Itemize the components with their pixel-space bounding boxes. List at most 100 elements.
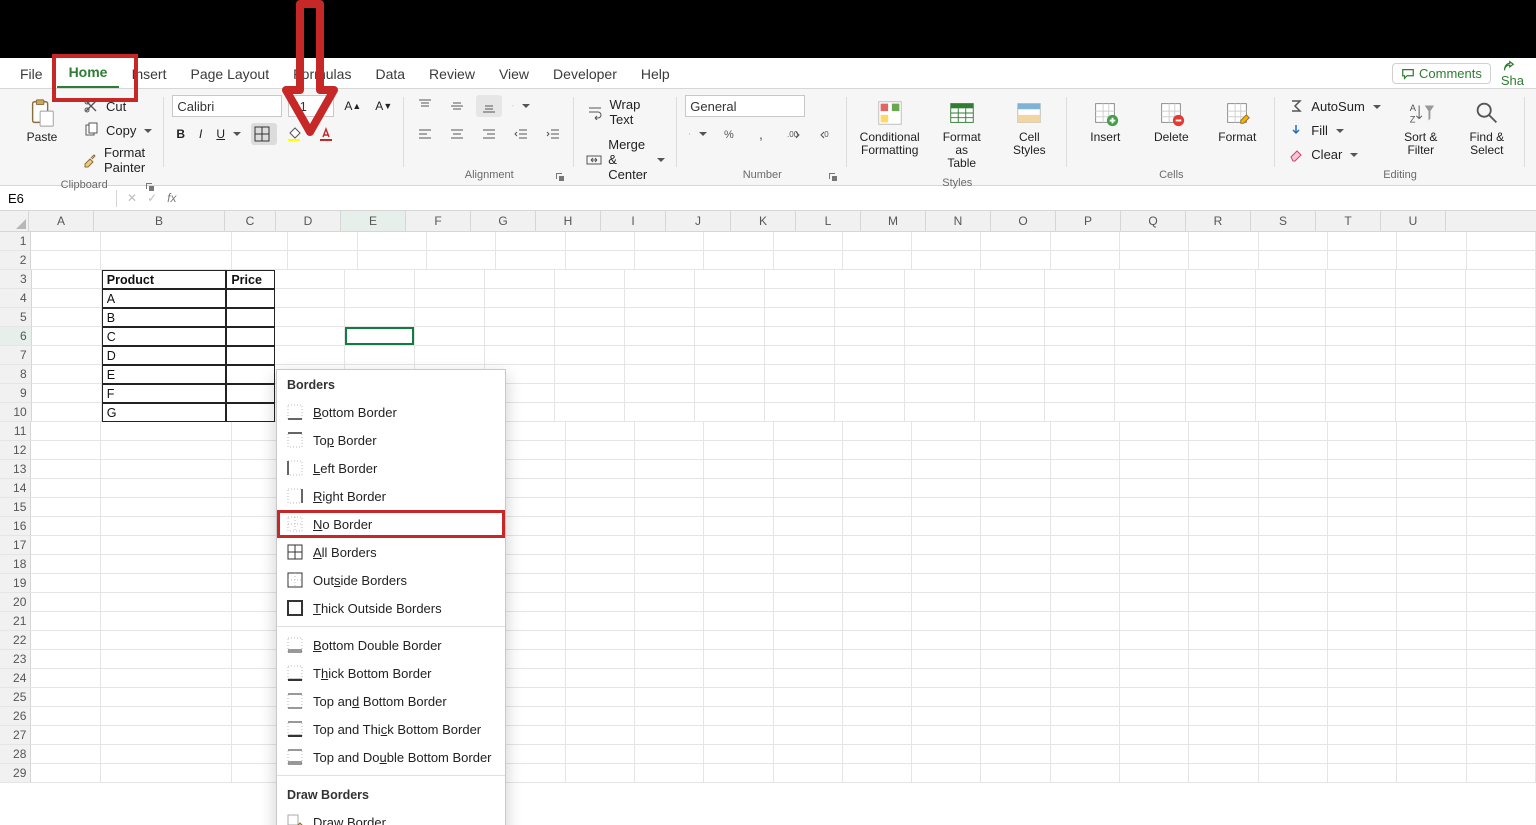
cell-T17[interactable] [1397, 536, 1466, 555]
cell-B9[interactable]: F [102, 384, 227, 403]
cell-H27[interactable] [566, 726, 635, 745]
number-format-select[interactable] [685, 95, 805, 117]
cell-N26[interactable] [981, 707, 1050, 726]
cell-A1[interactable] [31, 232, 100, 251]
cell-N14[interactable] [981, 479, 1050, 498]
cell-G14[interactable] [496, 479, 565, 498]
align-bottom-button[interactable] [476, 95, 502, 117]
cell-O26[interactable] [1051, 707, 1120, 726]
col-header-A[interactable]: A [29, 211, 94, 231]
tab-page-layout[interactable]: Page Layout [178, 61, 281, 88]
cell-P9[interactable] [1115, 384, 1185, 403]
cell-G12[interactable] [496, 441, 565, 460]
cell-C1[interactable] [232, 232, 288, 251]
cell-P11[interactable] [1120, 422, 1189, 441]
cell-N18[interactable] [981, 555, 1050, 574]
cell-G26[interactable] [496, 707, 565, 726]
cell-M10[interactable] [905, 403, 975, 422]
cell-O15[interactable] [1051, 498, 1120, 517]
font-color-button[interactable] [315, 123, 341, 145]
cell-O12[interactable] [1051, 441, 1120, 460]
cell-O5[interactable] [1045, 308, 1115, 327]
cell-J15[interactable] [704, 498, 773, 517]
cell-O29[interactable] [1051, 764, 1120, 783]
cell-H28[interactable] [566, 745, 635, 764]
row-header-16[interactable]: 16 [0, 517, 31, 536]
cell-N20[interactable] [981, 593, 1050, 612]
cell-N6[interactable] [975, 327, 1045, 346]
cell-A10[interactable] [32, 403, 102, 422]
cell-U5[interactable] [1466, 308, 1536, 327]
cell-O10[interactable] [1045, 403, 1115, 422]
cell-A16[interactable] [31, 517, 100, 536]
cell-I22[interactable] [635, 631, 704, 650]
row-header-15[interactable]: 15 [0, 498, 31, 517]
cell-M18[interactable] [912, 555, 981, 574]
cell-F5[interactable] [415, 308, 485, 327]
cell-F7[interactable] [415, 346, 485, 365]
cell-R20[interactable] [1259, 593, 1328, 612]
cell-M19[interactable] [912, 574, 981, 593]
cell-Q9[interactable] [1186, 384, 1256, 403]
cell-J16[interactable] [704, 517, 773, 536]
cell-I14[interactable] [635, 479, 704, 498]
cell-B16[interactable] [101, 517, 233, 536]
cell-K20[interactable] [774, 593, 843, 612]
clear-button[interactable]: Clear [1283, 143, 1384, 165]
cell-Q19[interactable] [1189, 574, 1258, 593]
cell-H12[interactable] [566, 441, 635, 460]
cell-L10[interactable] [835, 403, 905, 422]
tab-data[interactable]: Data [363, 61, 417, 88]
row-header-7[interactable]: 7 [0, 346, 32, 365]
cell-Q22[interactable] [1189, 631, 1258, 650]
cell-R1[interactable] [1259, 232, 1328, 251]
borders-caret-icon[interactable] [273, 132, 277, 136]
find-select-button[interactable]: Find & Select [1457, 95, 1517, 161]
cell-C5[interactable] [226, 308, 274, 327]
cell-P1[interactable] [1120, 232, 1189, 251]
cell-K21[interactable] [774, 612, 843, 631]
cell-U13[interactable] [1467, 460, 1536, 479]
cell-D4[interactable] [275, 289, 345, 308]
cell-A21[interactable] [31, 612, 100, 631]
col-header-B[interactable]: B [94, 211, 225, 231]
cell-L25[interactable] [843, 688, 912, 707]
cell-K6[interactable] [765, 327, 835, 346]
cell-I26[interactable] [635, 707, 704, 726]
tab-help[interactable]: Help [629, 61, 682, 88]
cell-M28[interactable] [912, 745, 981, 764]
cell-L26[interactable] [843, 707, 912, 726]
cell-A25[interactable] [31, 688, 100, 707]
cell-T14[interactable] [1397, 479, 1466, 498]
cell-A20[interactable] [31, 593, 100, 612]
cell-D6[interactable] [275, 327, 345, 346]
cell-J22[interactable] [704, 631, 773, 650]
cell-K7[interactable] [765, 346, 835, 365]
cell-P27[interactable] [1120, 726, 1189, 745]
cell-U24[interactable] [1467, 669, 1536, 688]
font-color-caret-icon[interactable] [337, 132, 341, 136]
cell-H22[interactable] [566, 631, 635, 650]
cell-C3[interactable]: Price [226, 270, 274, 289]
cell-L17[interactable] [843, 536, 912, 555]
cell-U15[interactable] [1467, 498, 1536, 517]
cell-O11[interactable] [1051, 422, 1120, 441]
cell-B6[interactable]: C [102, 327, 227, 346]
cell-T19[interactable] [1397, 574, 1466, 593]
cell-J12[interactable] [704, 441, 773, 460]
number-launcher-icon[interactable] [827, 171, 839, 183]
cell-G5[interactable] [485, 308, 555, 327]
comments-button[interactable]: Comments [1392, 63, 1491, 84]
cell-K13[interactable] [774, 460, 843, 479]
cell-M17[interactable] [912, 536, 981, 555]
cell-O27[interactable] [1051, 726, 1120, 745]
cell-S28[interactable] [1328, 745, 1397, 764]
cell-S20[interactable] [1328, 593, 1397, 612]
cell-H4[interactable] [555, 289, 625, 308]
cell-S16[interactable] [1328, 517, 1397, 536]
cell-J27[interactable] [704, 726, 773, 745]
cell-G21[interactable] [496, 612, 565, 631]
cell-B22[interactable] [101, 631, 233, 650]
cell-O22[interactable] [1051, 631, 1120, 650]
cell-P19[interactable] [1120, 574, 1189, 593]
